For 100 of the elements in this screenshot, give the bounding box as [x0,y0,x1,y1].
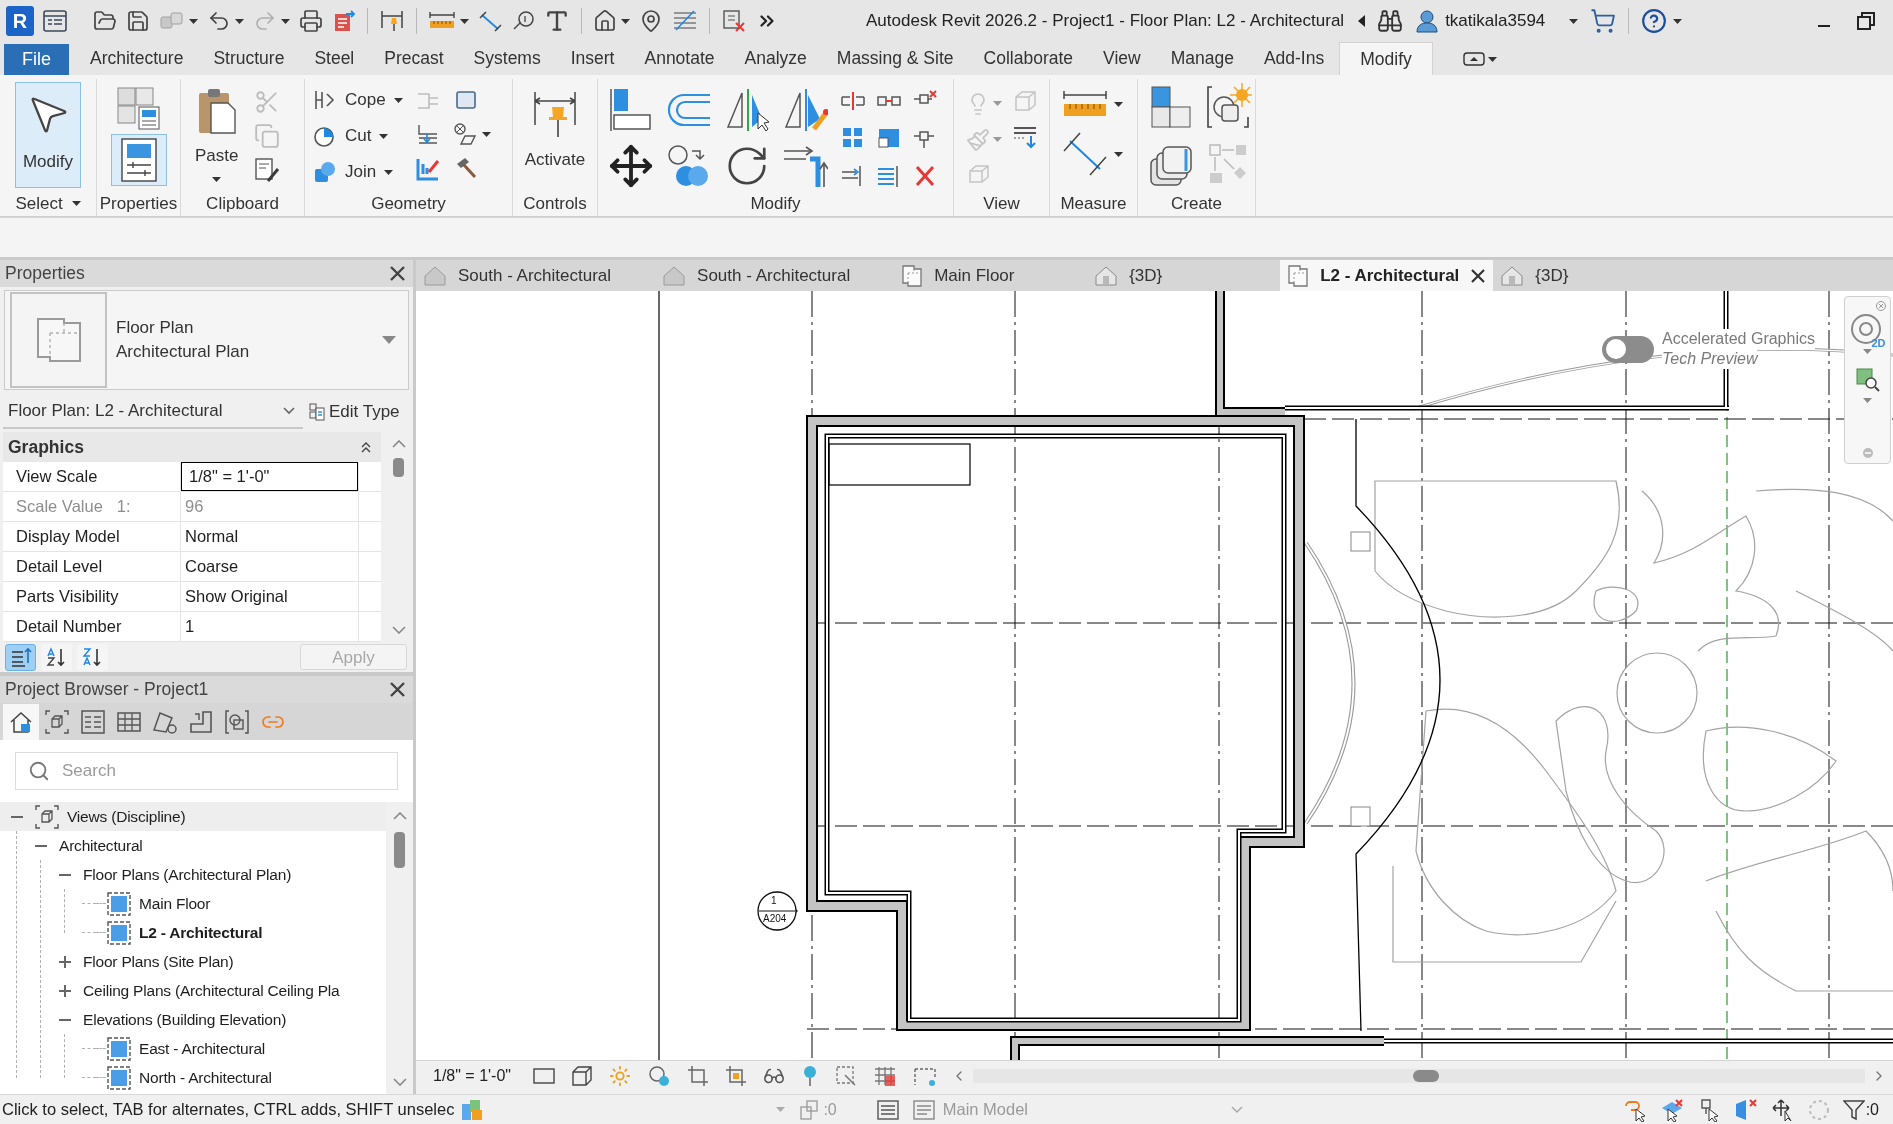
geometry-tool-button[interactable]: Cut [313,121,403,151]
mirror-draw-icon[interactable] [782,87,828,133]
geometry-tool-button[interactable]: Cope [313,85,403,115]
reveal-hidden-icon[interactable] [835,1064,857,1087]
scroll-down-icon[interactable] [391,626,406,634]
face-x-icon[interactable] [1733,1097,1758,1122]
scrollbar-thumb[interactable] [1413,1069,1439,1082]
tree-item[interactable]: Floor Plans (Architectural Plan) [83,862,292,887]
dimension-pin-icon[interactable] [379,8,405,34]
zoom-icon[interactable] [1855,368,1880,392]
help-icon[interactable] [1641,8,1668,34]
align-icon[interactable] [608,87,654,133]
scrollbar-thumb[interactable] [394,832,405,868]
move-icon[interactable] [608,143,654,189]
tree-item[interactable]: Elevations (Building Elevation) [83,1007,287,1032]
properties-toggle-button[interactable] [110,134,167,186]
scrollbar-thumb[interactable] [393,458,404,477]
ribbon-tab[interactable]: Add-Ins [1248,42,1340,75]
view-scale-button[interactable]: 1/8" = 1'-0" [433,1063,511,1088]
collapse-icon[interactable] [361,441,371,453]
match-properties-icon[interactable] [254,157,281,183]
trim-extend-icon[interactable] [782,143,828,189]
ribbon-tab[interactable]: Architecture [75,42,199,75]
type-selector[interactable]: Floor Plan Architectural Plan [4,290,409,390]
ribbon-tab[interactable]: View [1088,42,1156,75]
browser-toolbar-button[interactable] [3,703,39,740]
user-name[interactable]: tkatikala3594 [1445,8,1546,34]
export-icon[interactable] [332,9,356,33]
ribbon-tab[interactable]: Steel [299,42,370,75]
ruler-icon[interactable] [1062,89,1108,119]
shadows-icon[interactable] [647,1064,671,1087]
caret-icon[interactable] [1569,18,1579,24]
thin-lines-icon[interactable] [672,9,698,33]
edit-type-button[interactable]: Edit Type [309,399,400,425]
restore-icon[interactable] [1857,12,1875,30]
activate-button[interactable]: Activate [524,89,586,191]
scroll-up-icon[interactable] [391,440,406,448]
horizontal-scrollbar[interactable] [973,1068,1865,1083]
panel-toggle-icon[interactable] [1462,52,1485,66]
ribbon-tab[interactable]: Analyze [729,42,822,75]
tree-item[interactable]: Ceiling Plans (Architectural Ceiling Pla [83,978,340,1003]
file-tab[interactable]: File [4,44,69,75]
diagonal-dimension-icon[interactable] [478,9,502,33]
detail-level-icon[interactable] [533,1066,555,1085]
tree-item[interactable]: Floor Plans (Site Plan) [83,949,234,974]
toggle-switch[interactable] [1602,335,1654,363]
window-icon[interactable] [43,10,67,32]
ribbon-tab[interactable]: Modify [1339,42,1433,75]
ribbon-tab[interactable]: Systems [458,42,556,75]
house-icon[interactable] [593,9,617,33]
ribbon-tab[interactable]: Insert [555,42,630,75]
select-menu-button[interactable]: Select [15,190,81,217]
pin-icon[interactable] [639,9,663,33]
ribbon-tab[interactable]: Collaborate [968,42,1089,75]
temporary-hide-icon[interactable] [801,1064,819,1087]
close-hidden-icon[interactable] [721,8,747,34]
tree-item[interactable]: East - Architectural [139,1036,266,1061]
expand-plus-icon[interactable] [59,984,71,997]
geometry-tool-button[interactable]: Join [313,157,403,187]
print-icon[interactable] [299,9,323,33]
list-icon[interactable] [876,1099,899,1120]
cart-icon[interactable] [1590,8,1617,34]
document-tab[interactable]: L2 - Architectural [1280,260,1494,291]
binoculars-icon[interactable] [1377,8,1404,34]
crop-view-icon[interactable] [687,1064,709,1087]
squares-icon[interactable] [1148,83,1194,131]
text-icon[interactable] [544,8,570,34]
group-sun-icon[interactable] [1205,83,1252,131]
filter-icon[interactable] [1842,1098,1865,1121]
scroll-down-icon[interactable] [392,1078,407,1086]
ribbon-tab[interactable]: Massing & Site [821,42,969,75]
instance-dropdown[interactable]: Floor Plan: L2 - Architectural [3,395,303,429]
cube-outline-icon[interactable] [571,1064,593,1087]
scale-icon[interactable] [876,126,902,151]
folder-icon[interactable] [93,9,117,33]
document-tab[interactable]: South - Architectural [416,260,656,291]
modify-button[interactable]: Modify [15,82,81,188]
ribbon-tab[interactable]: Annotate [629,42,730,75]
circle-parallelogram-icon[interactable] [452,122,479,146]
document-tab[interactable]: South - Architectural [655,260,895,291]
sort-button[interactable] [5,643,36,671]
worksharing-icon[interactable] [873,1064,897,1087]
paste-button[interactable]: Paste [195,87,239,191]
close-icon[interactable] [390,266,405,281]
line-weights-icon[interactable] [1011,124,1038,151]
document-tab[interactable]: Main Floor [894,260,1088,291]
tree-item[interactable]: Architectural [59,833,143,858]
sort-button[interactable] [41,643,72,671]
worksets-icon[interactable] [460,1097,485,1122]
ribbon-tab[interactable]: Manage [1155,42,1249,75]
save-icon[interactable] [126,9,150,33]
property-input-field[interactable]: 1/8" = 1'-0" [181,462,358,491]
tree-item[interactable]: Main Floor [139,891,211,916]
document-tab[interactable]: {3D} [1493,260,1687,291]
tree-item[interactable]: L2 - Architectural [139,920,263,945]
document-tab[interactable]: {3D} [1087,260,1281,291]
left-caret-icon[interactable] [1358,15,1366,27]
scroll-up-icon[interactable] [392,812,407,820]
undo-icon[interactable] [207,9,231,33]
diagonal-dimension-icon[interactable] [1062,131,1108,177]
